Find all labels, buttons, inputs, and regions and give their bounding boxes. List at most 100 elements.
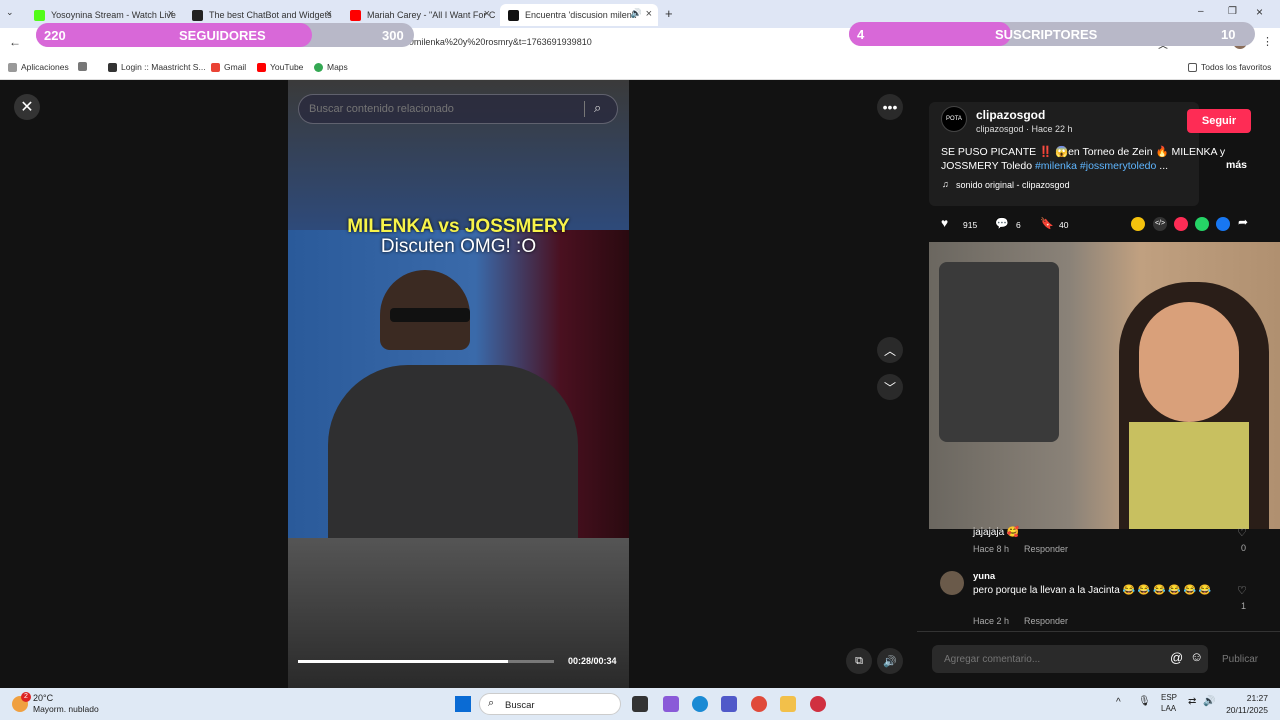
like-count: 915 bbox=[963, 220, 978, 230]
youtube-icon bbox=[350, 9, 361, 21]
coin-icon[interactable] bbox=[1131, 217, 1145, 231]
bookmark-label: Maps bbox=[327, 62, 348, 72]
tray-chevron-icon[interactable]: ^ bbox=[1116, 697, 1121, 708]
volume-button[interactable]: 🔊 bbox=[877, 648, 903, 674]
tab-search-icon[interactable]: ⌄ bbox=[6, 7, 14, 18]
share-arrow-icon[interactable]: ➦ bbox=[1238, 215, 1248, 229]
follow-button[interactable]: Seguir bbox=[1187, 109, 1251, 133]
close-icon[interactable]: × bbox=[168, 8, 174, 20]
comment-input-box[interactable]: @ ☺ bbox=[932, 645, 1208, 673]
comment-icon[interactable]: 💬 bbox=[995, 217, 1009, 230]
close-video-button[interactable]: ✕ bbox=[14, 94, 40, 120]
previous-video-button[interactable]: ︿ bbox=[877, 337, 903, 363]
send-icon[interactable] bbox=[1174, 217, 1188, 231]
comment-like-count: 0 bbox=[1241, 543, 1247, 553]
back-arrow-icon[interactable]: ← bbox=[9, 35, 21, 49]
video-caption-subtitle: Discuten OMG! :O bbox=[380, 236, 537, 257]
avatar[interactable] bbox=[940, 571, 964, 595]
tab-tiktok[interactable]: Encuentra 'discusion milenk 🔊 × bbox=[500, 4, 658, 26]
close-icon[interactable]: × bbox=[326, 8, 332, 20]
volume-icon: 🔊 bbox=[883, 655, 897, 668]
post-username[interactable]: clipazosgod bbox=[976, 108, 1045, 122]
bookmark-label: Gmail bbox=[224, 62, 247, 72]
subscribers-label: SUSCRIPTORES bbox=[995, 27, 1098, 42]
maps-icon bbox=[314, 62, 323, 72]
bookmark-apps[interactable]: Aplicaciones bbox=[8, 62, 69, 72]
speaker-icon[interactable]: 🔊 bbox=[631, 8, 642, 19]
app-icon[interactable] bbox=[810, 696, 826, 712]
facebook-icon[interactable] bbox=[1216, 217, 1230, 231]
video-progress-fill bbox=[298, 660, 508, 663]
video-caption-title: MILENKA vs JOSSMERY bbox=[347, 216, 570, 237]
task-view-icon[interactable] bbox=[632, 696, 648, 712]
like-icon[interactable]: ♥ bbox=[941, 216, 948, 230]
windows-start-icon[interactable] bbox=[455, 696, 471, 712]
clock-time[interactable]: 21:27 bbox=[1226, 693, 1268, 703]
bookmark-icon[interactable]: 🔖 bbox=[1040, 217, 1054, 230]
maximize-icon[interactable]: ❐ bbox=[1228, 6, 1237, 17]
post-details-panel: POTA clipazosgod clipazosgod · Hace 22 h… bbox=[917, 80, 1280, 688]
menu-dots-icon[interactable]: ⋮ bbox=[1262, 35, 1273, 48]
comment-like-icon[interactable]: ♡ bbox=[1237, 584, 1247, 597]
streamer-face bbox=[1139, 302, 1239, 422]
reply-button[interactable]: Responder bbox=[1024, 616, 1068, 626]
more-options-button[interactable]: ••• bbox=[877, 94, 903, 120]
followers-goal: 300 bbox=[382, 28, 404, 43]
subscribers-goal-bar: 4 SUSCRIPTORES 10 bbox=[849, 22, 1255, 46]
avatar[interactable]: POTA bbox=[941, 106, 967, 132]
hashtags[interactable]: #milenka #jossmerytoledo bbox=[1035, 160, 1156, 172]
file-explorer-icon[interactable] bbox=[780, 696, 796, 712]
subscribers-progress-fill bbox=[849, 22, 1012, 46]
embed-icon[interactable]: </> bbox=[1153, 217, 1167, 231]
bookmark-label: Todos los favoritos bbox=[1201, 62, 1272, 72]
youtube-icon bbox=[257, 62, 266, 72]
teams-icon[interactable] bbox=[721, 696, 737, 712]
pip-button[interactable]: ⧉ bbox=[846, 648, 872, 674]
bookmark-label: Login :: Maastricht S... bbox=[121, 62, 206, 72]
whatsapp-icon[interactable] bbox=[1195, 217, 1209, 231]
close-icon[interactable]: × bbox=[484, 8, 490, 20]
window-close-icon[interactable]: × bbox=[1256, 5, 1263, 19]
bookmark-maastricht[interactable]: Login :: Maastricht S... bbox=[108, 62, 206, 72]
gmail-icon bbox=[211, 62, 220, 72]
video-time: 00:28/00:34 bbox=[568, 656, 617, 666]
video-player[interactable]: MILENKA vs JOSSMERY Discuten OMG! :O ⌕ 0… bbox=[288, 80, 629, 688]
person-hoodie bbox=[328, 365, 578, 538]
copilot-icon[interactable] bbox=[663, 696, 679, 712]
search-icon[interactable]: ⌕ bbox=[594, 100, 601, 116]
microphone-icon[interactable]: 🎙 bbox=[1138, 696, 1151, 707]
edge-icon[interactable] bbox=[692, 696, 708, 712]
publish-button[interactable]: Publicar bbox=[1222, 654, 1258, 665]
video-progress-track[interactable] bbox=[298, 660, 554, 663]
close-icon[interactable]: × bbox=[646, 8, 652, 20]
reply-button[interactable]: Responder bbox=[1024, 544, 1068, 554]
network-icon[interactable]: ⇄ bbox=[1188, 696, 1196, 707]
comment-input[interactable] bbox=[944, 651, 1154, 667]
comment-username[interactable]: yuna bbox=[973, 571, 995, 582]
bookmark-gmail[interactable]: Gmail bbox=[211, 62, 246, 72]
mention-icon[interactable]: @ bbox=[1170, 650, 1183, 665]
next-video-button[interactable]: ﹀ bbox=[877, 374, 903, 400]
bookmark-grid[interactable] bbox=[78, 62, 91, 71]
bookmark-youtube[interactable]: YouTube bbox=[257, 62, 303, 72]
more-link[interactable]: más bbox=[1226, 159, 1247, 171]
new-tab-icon[interactable]: + bbox=[665, 6, 673, 21]
tab-title: Encuentra 'discusion milenk bbox=[525, 10, 637, 20]
emoji-icon[interactable]: ☺ bbox=[1190, 649, 1203, 664]
bookmark-maps[interactable]: Maps bbox=[314, 62, 348, 72]
volume-icon[interactable]: 🔊 bbox=[1203, 696, 1215, 707]
chrome-icon[interactable] bbox=[751, 696, 767, 712]
minimize-icon[interactable]: – bbox=[1198, 6, 1204, 17]
all-bookmarks[interactable]: Todos los favoritos bbox=[1188, 62, 1271, 72]
comment-like-icon[interactable]: ♡ bbox=[1237, 526, 1247, 539]
comment-count: 6 bbox=[1016, 220, 1021, 230]
search-bar[interactable]: ⌕ bbox=[298, 94, 618, 124]
search-input[interactable] bbox=[309, 101, 579, 117]
followers-label: SEGUIDORES bbox=[179, 28, 266, 43]
sound-link[interactable]: sonido original - clipazosgod bbox=[956, 180, 1070, 190]
language-code[interactable]: ESP bbox=[1161, 693, 1177, 702]
subscribers-count: 4 bbox=[857, 27, 865, 42]
pip-icon: ⧉ bbox=[855, 654, 863, 667]
taskbar-search[interactable]: ⌕ Buscar bbox=[479, 693, 621, 715]
taskbar-search-label: Buscar bbox=[505, 700, 535, 711]
